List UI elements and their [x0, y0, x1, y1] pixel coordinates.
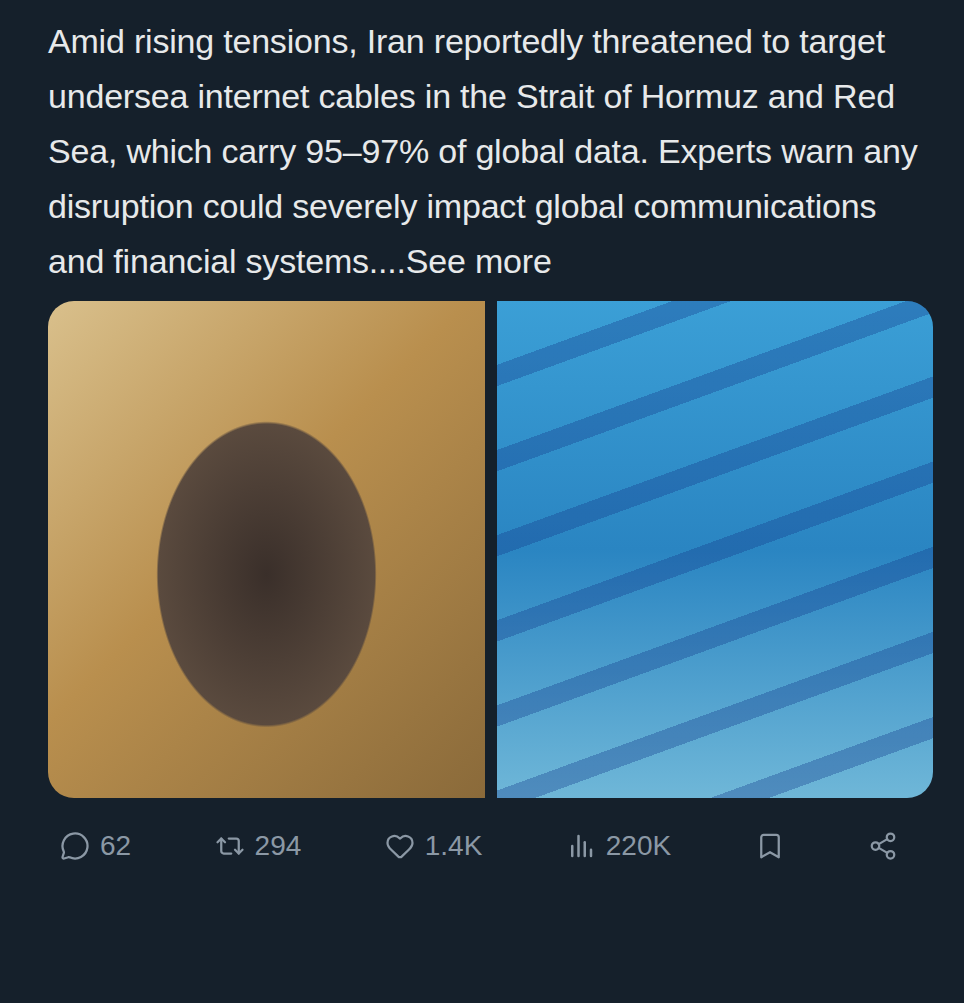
repost-button[interactable]: 294: [211, 826, 306, 866]
see-more-link[interactable]: See more: [406, 242, 552, 280]
reply-button[interactable]: 62: [56, 826, 135, 866]
portrait-photo[interactable]: [48, 301, 485, 798]
underwater-photo[interactable]: [497, 301, 934, 798]
media-grid: [48, 301, 933, 798]
bookmark-icon: [755, 831, 785, 861]
post-text: Amid rising tensions, Iran reportedly th…: [48, 14, 932, 289]
heart-icon: [385, 831, 415, 861]
reply-count: 62: [100, 830, 131, 862]
like-count: 1.4K: [425, 830, 483, 862]
like-button[interactable]: 1.4K: [381, 826, 487, 866]
bookmark-button[interactable]: [751, 827, 789, 865]
repost-icon: [215, 831, 245, 861]
repost-count: 294: [255, 830, 302, 862]
share-button[interactable]: [864, 827, 902, 865]
reply-icon: [60, 831, 90, 861]
views-button[interactable]: 220K: [562, 826, 675, 866]
post: Amid rising tensions, Iran reportedly th…: [0, 0, 964, 1003]
share-icon: [868, 831, 898, 861]
action-bar: 62 294 1.4K 220K: [48, 826, 932, 866]
views-count: 220K: [606, 830, 671, 862]
views-icon: [566, 831, 596, 861]
